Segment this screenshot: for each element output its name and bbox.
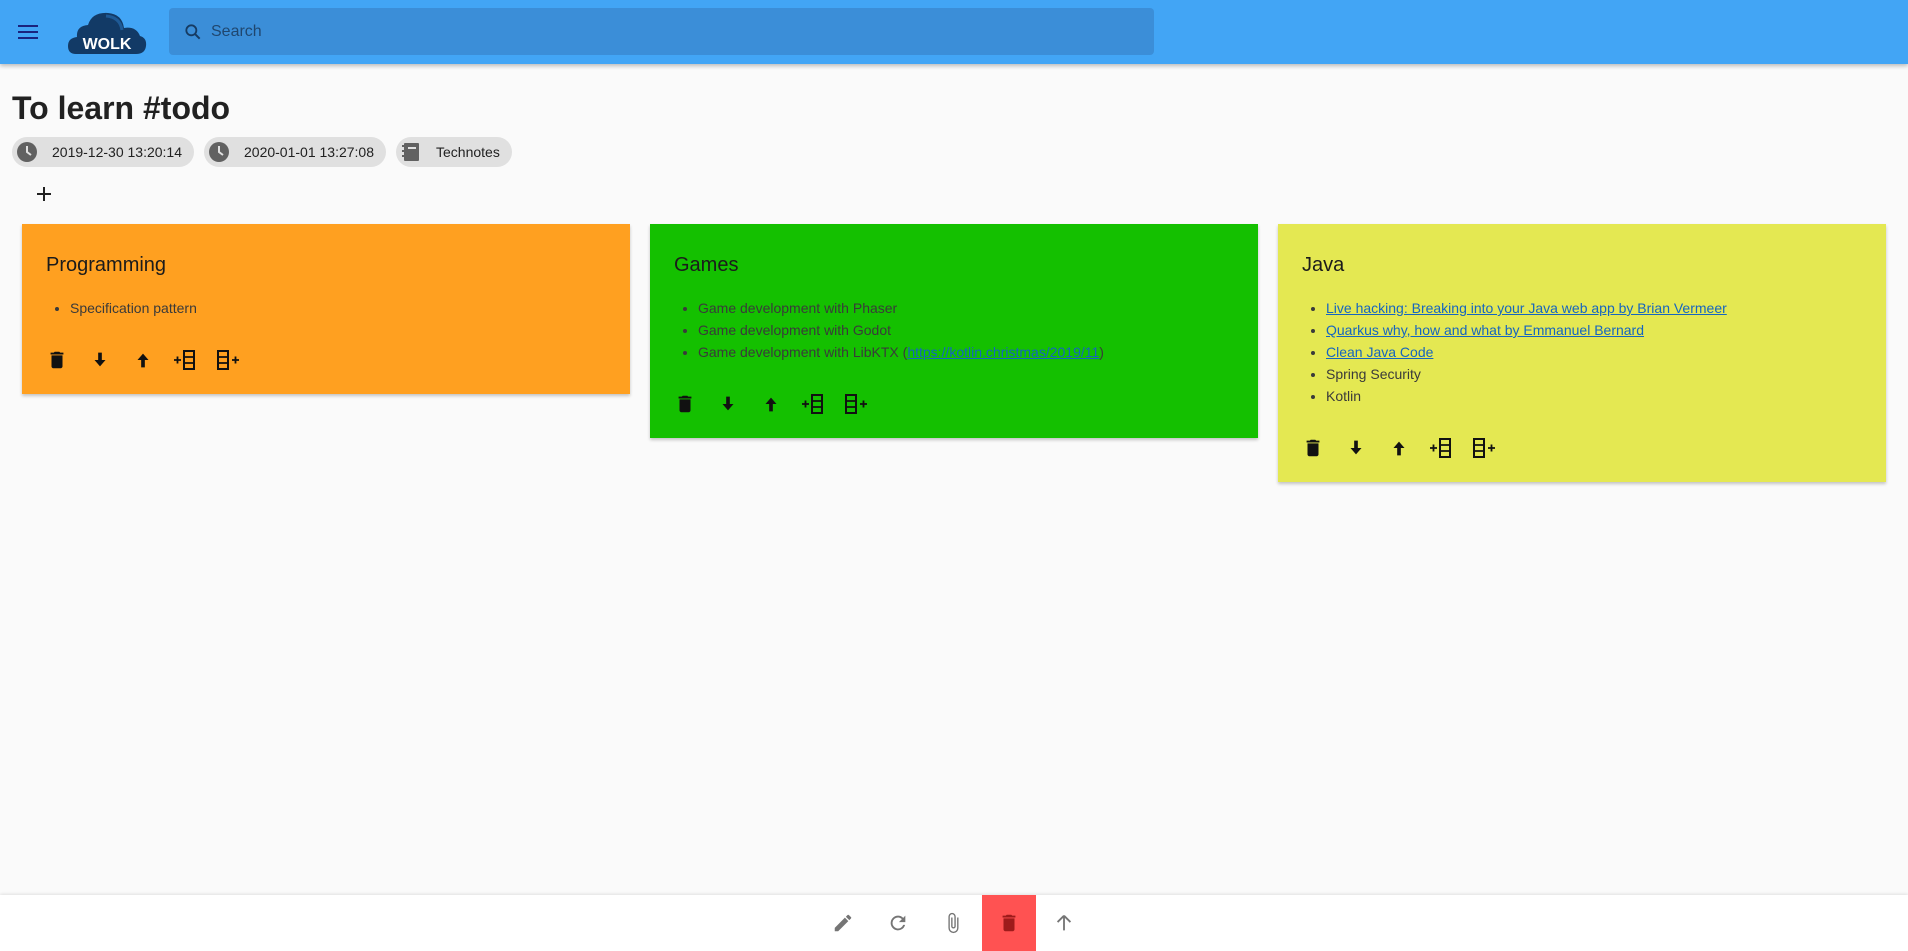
top-app-bar: WOLK [0,0,1908,64]
edit-button[interactable] [817,895,869,951]
card-title: Games [674,254,739,276]
move-up-icon [1393,441,1405,456]
menu-line [18,25,38,27]
list-item: Game development with Phaser [698,297,1104,319]
move-up-button[interactable] [758,391,784,417]
search-bar[interactable] [169,8,1154,55]
item-link[interactable]: Clean Java Code [1326,344,1433,360]
delete-icon [1306,439,1320,457]
card-games: Games Game development with Phaser Game … [650,224,1258,438]
modified-date-chip: 2020-01-01 13:27:08 [204,137,386,167]
page-title: To learn #todo [12,90,231,126]
delete-note-button[interactable] [982,895,1036,951]
plus-icon [37,187,51,201]
list-item: Clean Java Code [1326,341,1727,363]
move-up-icon [137,353,149,368]
add-column-before-button[interactable] [801,391,827,417]
created-date-chip: 2019-12-30 13:20:14 [12,137,194,167]
notebook-icon [400,141,422,163]
move-up-button[interactable] [1386,435,1412,461]
list-item: Kotlin [1326,385,1727,407]
list-item-text: Game development with LibKTX ( [698,344,908,360]
add-column-after-icon [845,394,867,414]
clock-icon [208,141,230,163]
attach-button[interactable] [927,895,979,951]
add-column-before-icon [1430,438,1451,458]
menu-line [18,37,38,39]
item-link[interactable]: Live hacking: Breaking into your Java we… [1326,300,1727,316]
move-up-button[interactable] [130,347,156,373]
list-item-suffix: ) [1099,344,1104,360]
move-down-icon [94,352,106,367]
delete-icon [678,395,692,413]
card-list: Specification pattern [46,297,197,319]
add-column-before-icon [802,394,823,414]
item-link[interactable]: https://kotlin.christmas/2019/11 [907,344,1099,360]
svg-text:WOLK: WOLK [83,36,132,53]
refresh-icon [890,915,906,931]
move-down-button[interactable] [1343,435,1369,461]
scroll-top-button[interactable] [1038,895,1090,951]
list-item: Spring Security [1326,363,1727,385]
move-down-icon [1350,440,1362,455]
arrow-up-icon [1056,915,1072,931]
paperclip-icon [948,912,959,934]
card-list: Game development with Phaser Game develo… [674,297,1104,363]
add-column-before-button[interactable] [1429,435,1455,461]
search-icon [185,23,201,39]
refresh-button[interactable] [872,895,924,951]
bottom-action-bar [0,895,1908,951]
card-list: Live hacking: Breaking into your Java we… [1302,297,1727,407]
list-item: Game development with Godot [698,319,1104,341]
add-card-button[interactable] [32,182,56,206]
add-column-after-button[interactable] [844,391,870,417]
menu-line [18,31,38,33]
item-link[interactable]: Quarkus why, how and what by Emmanuel Be… [1326,322,1644,338]
delete-icon [50,351,64,369]
pencil-icon [834,914,852,932]
list-item: Live hacking: Breaking into your Java we… [1326,297,1727,319]
add-column-after-icon [217,350,239,370]
list-item: Specification pattern [70,297,197,319]
card-java: Java Live hacking: Breaking into your Ja… [1278,224,1886,482]
move-down-button[interactable] [715,391,741,417]
trash-icon [1002,914,1016,932]
card-programming: Programming Specification pattern [22,224,630,394]
move-down-button[interactable] [87,347,113,373]
add-column-before-icon [174,350,195,370]
cloud-logo-icon: WOLK [68,12,147,54]
delete-button[interactable] [44,347,70,373]
hamburger-menu-button[interactable] [14,18,42,46]
delete-button[interactable] [672,391,698,417]
notebook-name: Technotes [436,144,500,160]
card-actions [1300,435,1498,461]
modified-date: 2020-01-01 13:27:08 [244,144,374,160]
card-actions [672,391,870,417]
notebook-chip[interactable]: Technotes [396,137,512,167]
wolk-logo[interactable]: WOLK [66,8,148,56]
add-column-after-button[interactable] [216,347,242,373]
add-column-before-button[interactable] [173,347,199,373]
list-item: Game development with LibKTX (https://ko… [698,341,1104,363]
search-input[interactable] [209,21,1154,42]
card-title: Programming [46,254,167,276]
card-title: Java [1302,254,1345,276]
list-item: Quarkus why, how and what by Emmanuel Be… [1326,319,1727,341]
move-up-icon [765,397,777,412]
note-meta-chips: 2019-12-30 13:20:14 2020-01-01 13:27:08 … [12,137,512,167]
add-column-after-button[interactable] [1472,435,1498,461]
move-down-icon [722,396,734,411]
add-column-after-icon [1473,438,1495,458]
clock-icon [16,141,38,163]
created-date: 2019-12-30 13:20:14 [52,144,182,160]
delete-button[interactable] [1300,435,1326,461]
card-actions [44,347,242,373]
